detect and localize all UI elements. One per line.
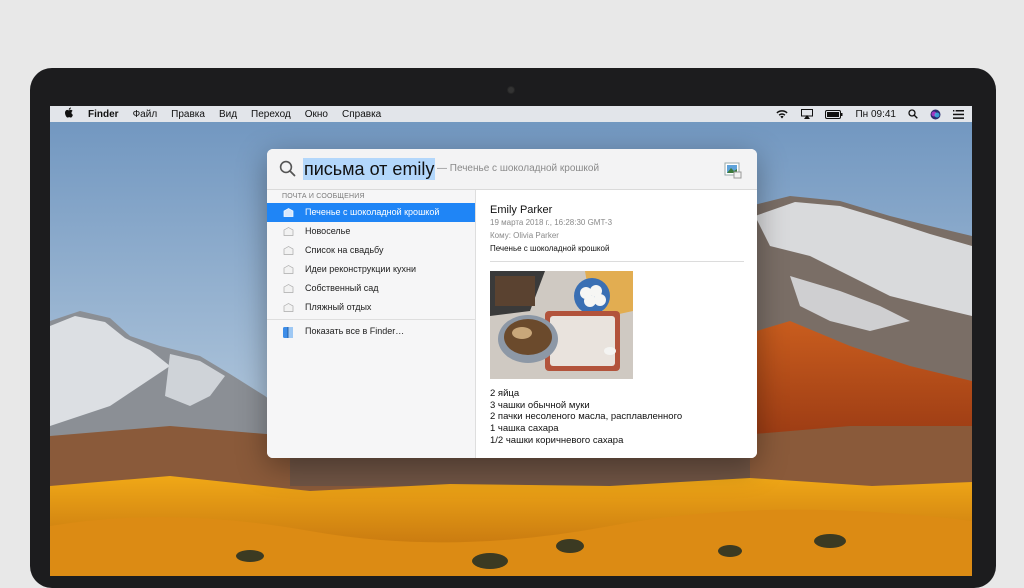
result-item-housewarming[interactable]: Новоселье — [267, 222, 475, 241]
spotlight-window: письма от emily — Печенье с шоколадной к… — [267, 149, 757, 458]
mail-icon — [283, 303, 294, 314]
search-icon — [279, 160, 296, 182]
result-item-beach[interactable]: Пляжный отдых — [267, 298, 475, 317]
finder-icon — [283, 327, 293, 340]
result-label: Список на свадьбу — [305, 245, 384, 255]
menu-app-name[interactable]: Finder — [88, 109, 119, 120]
body-line: 1/2 чашки коричневого сахара — [490, 434, 624, 446]
mail-icon — [283, 265, 294, 276]
email-recipient: Кому: Olivia Parker — [490, 231, 559, 240]
divider — [267, 319, 475, 320]
divider — [490, 261, 744, 262]
menu-edit[interactable]: Правка — [171, 109, 205, 120]
menu-help[interactable]: Справка — [342, 109, 381, 120]
show-all-label: Показать все в Finder… — [305, 326, 405, 336]
results-list: ПОЧТА И СООБЩЕНИЯ Печенье с шоколадной к… — [267, 190, 476, 458]
siri-icon[interactable] — [930, 109, 941, 120]
email-subject: Печенье с шоколадной крошкой — [490, 244, 610, 253]
email-date: 19 марта 2018 г., 16:28:30 GMT-3 — [490, 218, 613, 227]
show-all-in-finder[interactable]: Показать все в Finder… — [267, 322, 475, 341]
email-sender: Emily Parker — [490, 204, 553, 216]
spotlight-icon[interactable] — [908, 109, 918, 119]
camera — [508, 87, 514, 93]
battery-icon[interactable] — [825, 109, 843, 119]
preview-app-icon — [723, 160, 743, 185]
preview-pane: Emily Parker 19 марта 2018 г., 16:28:30 … — [476, 190, 757, 458]
menu-bar: Finder Файл Правка Вид Переход Окно Спра… — [50, 106, 972, 122]
menu-view[interactable]: Вид — [219, 109, 237, 120]
spotlight-search-bar: письма от emily — Печенье с шоколадной к… — [267, 149, 757, 190]
mail-icon — [283, 284, 294, 295]
control-menu-icon[interactable] — [953, 109, 964, 119]
apple-icon[interactable] — [64, 107, 74, 121]
menu-go[interactable]: Переход — [251, 109, 291, 120]
body-line: 1 чашка сахара — [490, 423, 559, 435]
mail-icon — [283, 246, 294, 257]
mail-icon — [283, 227, 294, 238]
mail-icon — [283, 208, 294, 219]
result-label: Собственный сад — [305, 283, 379, 293]
section-header: ПОЧТА И СООБЩЕНИЯ — [282, 193, 365, 200]
email-body: 2 яйца 3 чашки обычной муки 2 пачки несо… — [490, 388, 682, 447]
search-autocomplete: — Печенье с шоколадной крошкой — [437, 163, 600, 174]
result-item-garden[interactable]: Собственный сад — [267, 279, 475, 298]
airplay-icon[interactable] — [801, 109, 814, 119]
search-input[interactable]: письма от emily — [303, 158, 436, 180]
body-line: 3 чашки обычной муки — [490, 399, 590, 411]
body-line: 2 яйца — [490, 388, 520, 399]
result-label: Пляжный отдых — [305, 302, 372, 312]
menu-file[interactable]: Файл — [133, 109, 158, 120]
menu-window[interactable]: Окно — [305, 109, 328, 120]
email-photo — [490, 271, 633, 379]
body-line: 2 пачки несоленого масла, расплавленного — [490, 411, 683, 423]
result-item-wedding-list[interactable]: Список на свадьбу — [267, 241, 475, 260]
result-label: Печенье с шоколадной крошкой — [305, 207, 440, 217]
result-label: Новоселье — [305, 226, 351, 236]
result-item-kitchen-ideas[interactable]: Идеи реконструкции кухни — [267, 260, 475, 279]
result-item-cookies[interactable]: Печенье с шоколадной крошкой — [267, 203, 475, 222]
result-label: Идеи реконструкции кухни — [305, 264, 416, 274]
menu-clock[interactable]: Пн 09:41 — [855, 109, 896, 120]
wifi-icon[interactable] — [775, 109, 789, 119]
